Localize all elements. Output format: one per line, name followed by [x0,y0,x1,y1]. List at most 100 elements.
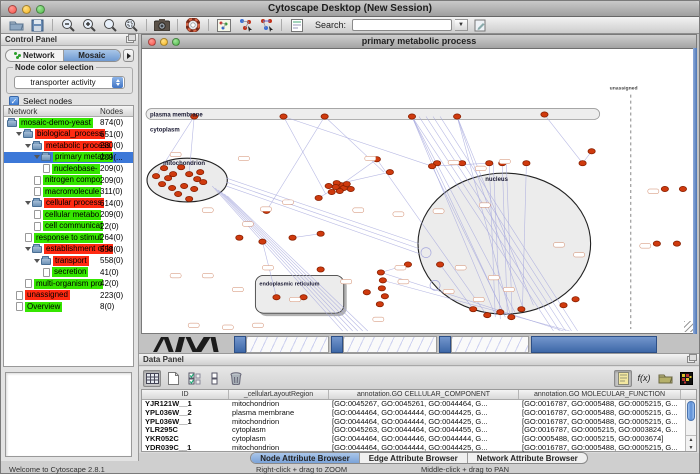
tree-row[interactable]: mosaic-demo-yeast874(0) [4,117,133,129]
control-panel-titlebar[interactable]: Control Panel [1,34,138,46]
network-node[interactable] [164,176,171,181]
network-node[interactable] [408,114,415,119]
network-node[interactable] [579,161,586,166]
save-icon[interactable] [28,18,46,33]
table-cell[interactable]: [GO:0044464, GO:0044444, GO:0044425, G..… [329,409,519,418]
select-attributes-icon[interactable] [185,370,203,387]
tab-network[interactable]: Network [6,50,64,61]
float-panel-icon[interactable] [687,356,695,363]
tree-row[interactable]: secretion41(0) [4,267,133,279]
table-cell[interactable]: mitochondrion [229,418,329,427]
network-node[interactable] [200,179,207,184]
network-node[interactable] [523,161,530,166]
tab-edge-attribute-browser[interactable]: Edge Attribute Browser [360,453,468,463]
table-cell[interactable]: YLR295C [142,426,229,435]
table-cell[interactable]: plasma membrane [229,409,329,418]
network-node[interactable] [541,112,548,117]
function-icon[interactable]: f(x) [635,370,653,387]
float-panel-icon[interactable] [126,36,134,43]
network-node[interactable] [152,174,159,179]
table-row[interactable]: YJR121W__1mitochondrion[GO:0045267, GO:0… [142,400,696,409]
network-node[interactable] [454,114,461,119]
background-window-titlebar[interactable] [234,336,246,353]
tab-network-attribute-browser[interactable]: Network Attribute Browser [468,453,587,463]
network-node[interactable] [560,303,567,308]
tab-node-attribute-browser[interactable]: Node Attribute Browser [251,453,360,463]
zoom-selected-icon[interactable] [122,18,140,33]
network-node[interactable] [428,164,435,169]
search-dropdown-icon[interactable]: ▼ [455,19,468,31]
table-cell[interactable]: cytoplasm [229,426,329,435]
network-node[interactable] [518,307,525,312]
tree-row[interactable]: establishment of lo558(0) [4,244,133,256]
network-node[interactable] [459,161,466,166]
table-cell[interactable]: YPL036W__2 [142,409,229,418]
zoom-out-icon[interactable] [59,18,77,33]
table-cell[interactable]: [GO:0016787, GO:0005488, GO:0005215, G..… [519,409,681,418]
table-cell[interactable]: [GO:0044464, GO:0044444, GO:0044425, G..… [329,418,519,427]
search-options-icon[interactable] [471,18,489,33]
network-node[interactable] [289,235,296,240]
tree-header[interactable]: Network Nodes [4,106,133,117]
data-panel-titlebar[interactable]: Data Panel [139,354,699,366]
tree-row[interactable]: metabolic process280(0) [4,140,133,152]
background-window-preview[interactable] [451,336,529,353]
network-node[interactable] [186,172,193,177]
tree-row[interactable]: biological_process651(0) [4,129,133,141]
network-node[interactable] [347,186,354,191]
help-icon[interactable] [184,18,202,33]
background-windows-strip[interactable] [139,336,699,353]
network-node[interactable] [673,241,680,246]
network-node[interactable] [158,181,165,186]
attribute-table-header[interactable]: ID_cellularLayoutRegionannotation.GO CEL… [142,390,696,400]
new-attribute-icon[interactable] [164,370,182,387]
network-node[interactable] [486,161,493,166]
network-node[interactable] [259,239,266,244]
column-header[interactable]: annotation.GO CELLULAR_COMPONENT [329,390,519,399]
network-node[interactable] [484,313,491,318]
network-node[interactable] [321,114,328,119]
tree-row[interactable]: cell communicat22(0) [4,221,133,233]
table-cell[interactable]: [GO:0005488, GO:0005215, GO:0003674] [519,435,681,444]
expand-arrow-icon[interactable] [25,247,31,251]
network-node[interactable] [679,186,686,191]
tree-row[interactable]: Overview8(0) [4,301,133,313]
zoom-in-icon[interactable] [80,18,98,33]
network-node[interactable] [273,295,280,300]
table-cell[interactable]: cytoplasm [229,435,329,444]
formula-builder-icon[interactable] [614,370,632,387]
window-titlebar[interactable]: Cytoscape Desktop (New Session) [1,1,699,17]
network-node[interactable] [236,235,243,240]
tree-row[interactable]: cellular metabo209(0) [4,209,133,221]
expand-arrow-icon[interactable] [34,259,40,263]
attribute-table-icon[interactable] [143,370,161,387]
background-window-preview[interactable] [343,336,437,353]
table-row[interactable]: YPL036W__1mitochondrion[GO:0044464, GO:0… [142,418,696,427]
column-header[interactable]: ID [142,390,229,399]
background-window-titlebar[interactable] [439,336,451,353]
expand-arrow-icon[interactable] [25,144,31,148]
tree-row[interactable]: transport558(0) [4,255,133,267]
search-input[interactable] [352,19,452,31]
network-node[interactable] [386,170,393,175]
background-window-titlebar[interactable] [331,336,343,353]
network-node[interactable] [497,310,504,315]
tree-row[interactable]: multi-organism pro42(0) [4,278,133,290]
network-node[interactable] [588,149,595,154]
table-cell[interactable]: YJR121W__1 [142,400,229,409]
network-node[interactable] [315,195,322,200]
network-node[interactable] [168,185,175,190]
network-node[interactable] [363,290,370,295]
table-row[interactable]: YKR052Ccytoplasm[GO:0044464, GO:0044446,… [142,435,696,444]
column-header[interactable]: annotation.GO MOLECULAR_FUNCTION [519,390,681,399]
select-edges-mode-icon[interactable] [257,18,275,33]
network-node[interactable] [280,114,287,119]
table-cell[interactable]: YPL036W__1 [142,418,229,427]
network-node[interactable] [378,286,385,291]
table-cell[interactable]: mitochondrion [229,400,329,409]
network-canvas[interactable]: plasma membrane cytoplasm mitochondrion … [142,49,696,333]
open-icon[interactable] [7,18,25,33]
tab-overflow-button[interactable] [123,49,134,62]
network-node[interactable] [436,262,443,267]
network-node[interactable] [508,315,515,320]
